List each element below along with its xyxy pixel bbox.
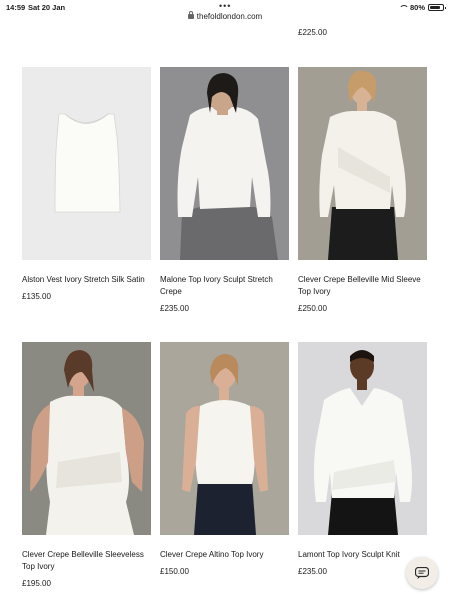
product-card[interactable]: Clever Crepe Belleville Sleeveless Top I… bbox=[22, 342, 151, 588]
address-bar[interactable]: thefoldlondon.com bbox=[0, 11, 450, 21]
product-name[interactable]: Clever Crepe Belleville Mid Sleeve Top I… bbox=[298, 274, 427, 298]
product-name[interactable]: Malone Top Ivory Sculpt Stretch Crepe bbox=[160, 274, 289, 298]
status-date: Sat 20 Jan bbox=[28, 3, 66, 12]
product-price: £250.00 bbox=[298, 304, 327, 313]
product-card[interactable]: Malone Top Ivory Sculpt Stretch Crepe £2… bbox=[160, 67, 289, 313]
product-card[interactable]: Lamont Top Ivory Sculpt Knit £235.00 bbox=[298, 342, 427, 576]
status-time: 14:59 bbox=[6, 3, 26, 12]
battery-icon bbox=[428, 4, 446, 11]
status-indicators: 80% bbox=[398, 3, 446, 12]
status-bar: 14:59 Sat 20 Jan ••• thefoldlondon.com 8… bbox=[0, 0, 450, 26]
product-price: £195.00 bbox=[22, 579, 51, 588]
product-card[interactable]: Clever Crepe Altino Top Ivory £150.00 bbox=[160, 342, 289, 576]
product-image[interactable] bbox=[22, 342, 151, 535]
product-price: £235.00 bbox=[160, 304, 189, 313]
product-image[interactable] bbox=[22, 67, 151, 260]
product-price: £135.00 bbox=[22, 292, 51, 301]
product-image[interactable] bbox=[160, 342, 289, 535]
product-image[interactable] bbox=[298, 342, 427, 535]
lock-icon bbox=[187, 11, 194, 19]
product-price: £150.00 bbox=[160, 567, 189, 576]
product-name[interactable]: Lamont Top Ivory Sculpt Knit bbox=[298, 549, 427, 561]
product-card[interactable]: Alston Vest Ivory Stretch Silk Satin £13… bbox=[22, 67, 151, 301]
chat-bubble-icon bbox=[415, 567, 429, 579]
previous-product-price: £225.00 bbox=[298, 28, 327, 37]
product-card[interactable]: Clever Crepe Belleville Mid Sleeve Top I… bbox=[298, 67, 427, 313]
product-image[interactable] bbox=[160, 67, 289, 260]
chat-button[interactable] bbox=[406, 557, 438, 589]
product-name[interactable]: Clever Crepe Altino Top Ivory bbox=[160, 549, 289, 561]
battery-fill bbox=[430, 6, 440, 9]
product-name[interactable]: Clever Crepe Belleville Sleeveless Top I… bbox=[22, 549, 151, 573]
more-dots-icon[interactable]: ••• bbox=[219, 2, 231, 11]
wifi-icon bbox=[398, 4, 409, 11]
product-name[interactable]: Alston Vest Ivory Stretch Silk Satin bbox=[22, 274, 151, 286]
url-text: thefoldlondon.com bbox=[196, 12, 263, 21]
battery-percent: 80% bbox=[409, 3, 425, 12]
product-image[interactable] bbox=[298, 67, 427, 260]
